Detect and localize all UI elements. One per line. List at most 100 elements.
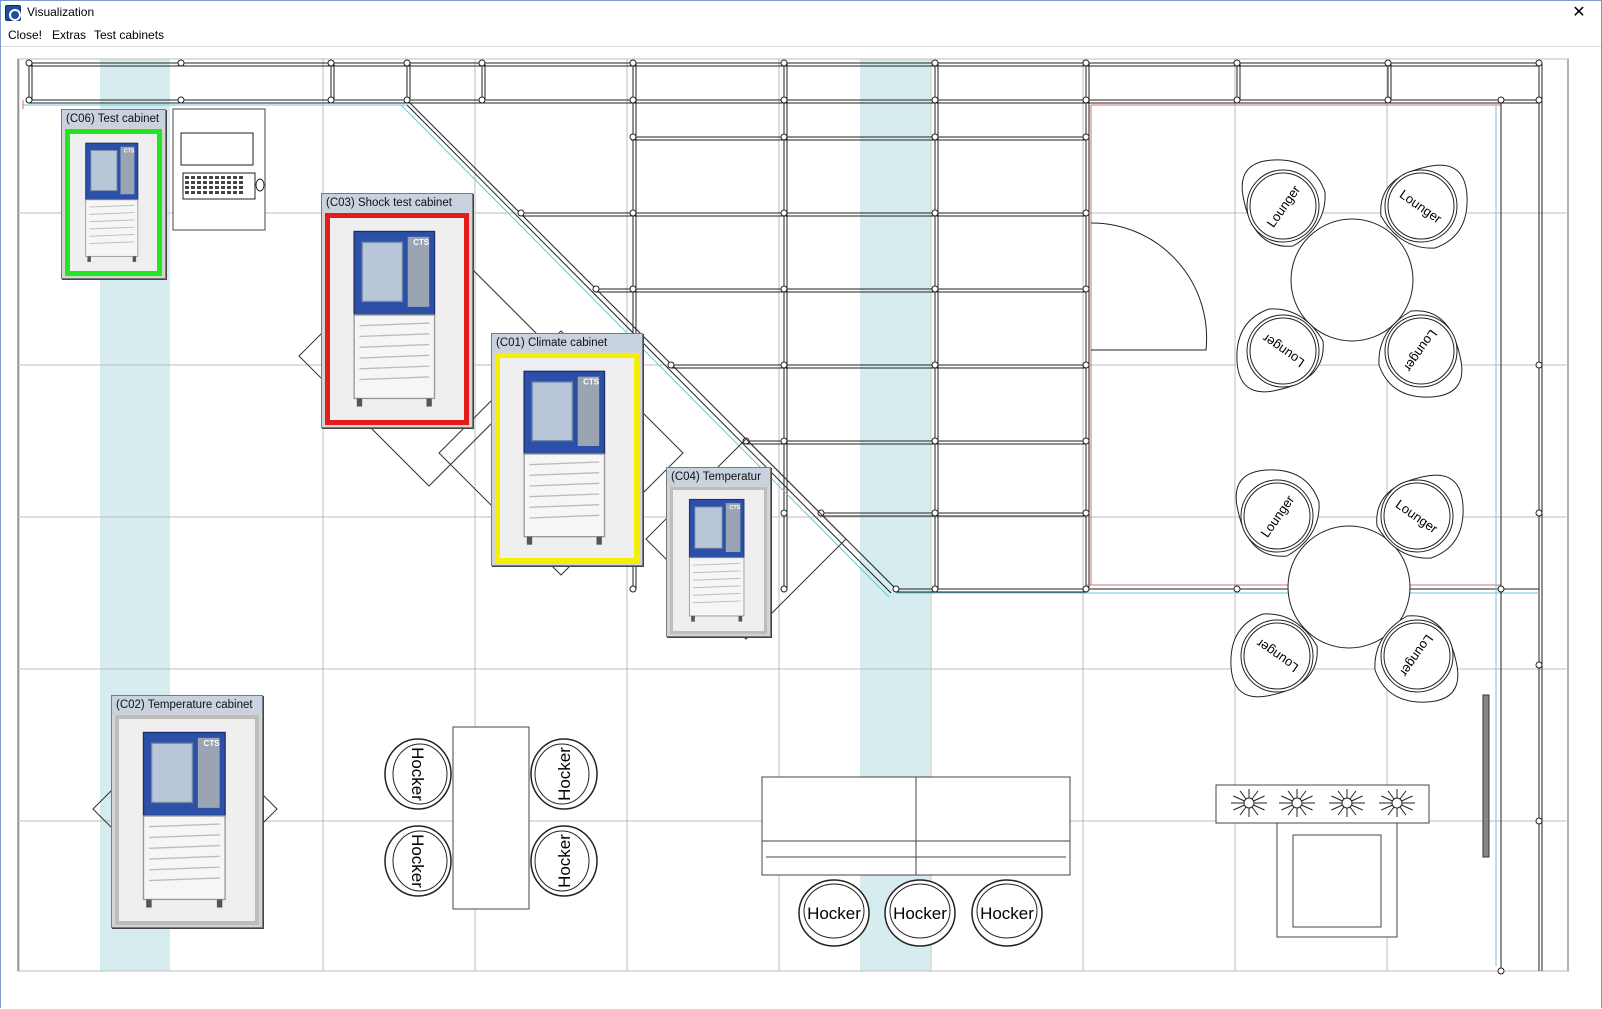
truss-node xyxy=(1082,585,1090,593)
truss-node xyxy=(667,361,675,369)
truss-node xyxy=(1497,96,1505,104)
cabinet-card-c04[interactable]: (C04) Temperatur CTS xyxy=(666,467,771,637)
floor-plan-canvas[interactable]: Lounger Lounger Lounger Lounger Lounger Loung… xyxy=(1,47,1601,1009)
truss-node xyxy=(780,361,788,369)
hocker-stool: Hocker xyxy=(530,738,598,810)
hocker-stool: Hocker xyxy=(798,879,870,947)
cabinet-status-frame-c06: CTS xyxy=(65,129,162,276)
mouse-icon xyxy=(255,178,265,192)
truss-node xyxy=(780,585,788,593)
truss-node xyxy=(629,59,637,67)
truss-node xyxy=(327,96,335,104)
truss-node xyxy=(1384,96,1392,104)
cabinet-card-c01[interactable]: (C01) Climate cabinet CTS xyxy=(491,333,643,566)
hocker-stool: Hocker xyxy=(530,825,598,897)
truss-node xyxy=(1082,59,1090,67)
cabinet-door-window xyxy=(90,149,118,192)
cabinet-title-c01: (C01) Climate cabinet xyxy=(492,334,642,352)
hocker-label: Hocker xyxy=(980,904,1034,923)
visualization-window: Visualization ✕ Close! Extras Test cabin… xyxy=(0,0,1602,1009)
truss-node xyxy=(780,96,788,104)
truss-node xyxy=(25,96,33,104)
cabinet-door-window xyxy=(694,506,723,549)
hocker-label: Hocker xyxy=(893,904,947,923)
truss-node xyxy=(1233,59,1241,67)
cabinet-card-c03[interactable]: (C03) Shock test cabinet CTS xyxy=(321,193,473,428)
cabinet-image-c02: CTS xyxy=(119,719,255,921)
wall-display xyxy=(1482,694,1490,858)
hocker-label: Hocker xyxy=(555,747,574,801)
truss-node xyxy=(1535,361,1543,369)
truss-node xyxy=(931,509,939,517)
truss-node xyxy=(892,585,900,593)
truss-node xyxy=(931,361,939,369)
truss-node xyxy=(780,285,788,293)
cabinet-card-c02[interactable]: (C02) Temperature cabinet CTS xyxy=(111,695,263,928)
cabinet-image-c06: CTS xyxy=(70,134,157,271)
truss-node xyxy=(931,437,939,445)
menu-close[interactable]: Close! xyxy=(8,28,42,42)
monitor-icon xyxy=(180,132,254,166)
truss-node xyxy=(780,133,788,141)
truss-node xyxy=(1497,585,1505,593)
truss-node xyxy=(629,285,637,293)
truss-node xyxy=(1535,96,1543,104)
cabinet-logo: CTS xyxy=(124,148,135,154)
close-window-button[interactable]: ✕ xyxy=(1557,1,1601,25)
door-swing xyxy=(1090,222,1208,351)
truss-node xyxy=(327,59,335,67)
truss-node xyxy=(629,209,637,217)
cabinet-card-c06[interactable]: (C06) Test cabinet CTS xyxy=(61,109,166,279)
diagonal-truss xyxy=(406,104,892,594)
truss-node xyxy=(478,59,486,67)
hocker-label: Hocker xyxy=(408,834,427,888)
cabinet-logo: CTS xyxy=(583,378,600,387)
cabinet-logo: CTS xyxy=(413,238,430,247)
menu-extras[interactable]: Extras xyxy=(52,28,86,42)
cabinet-title-c06: (C06) Test cabinet xyxy=(62,110,165,128)
truss-node xyxy=(478,96,486,104)
truss-node xyxy=(1082,96,1090,104)
truss-node xyxy=(629,96,637,104)
cabinet-title-c02: (C02) Temperature cabinet xyxy=(112,696,262,714)
cabinet-image-c03: CTS xyxy=(330,218,464,420)
truss-node xyxy=(177,96,185,104)
truss-node xyxy=(931,96,939,104)
bar-table xyxy=(452,726,530,910)
cabinet-door-window xyxy=(150,742,194,804)
title-bar: Visualization ✕ xyxy=(1,1,1601,25)
truss-node xyxy=(1497,967,1505,975)
truss-node xyxy=(1082,285,1090,293)
truss-node xyxy=(517,209,525,217)
cabinet-image-c01: CTS xyxy=(500,358,634,558)
truss-node xyxy=(1535,817,1543,825)
cabinet-logo: CTS xyxy=(203,739,220,748)
desk xyxy=(172,108,266,231)
cabinet-side-panel xyxy=(407,236,430,307)
hocker-label: Hocker xyxy=(408,747,427,801)
app-icon xyxy=(5,5,21,21)
cabinet-door-window xyxy=(531,381,574,442)
hocker-stool: Hocker xyxy=(971,879,1043,947)
truss-node xyxy=(780,59,788,67)
truss-node xyxy=(1384,59,1392,67)
truss-node xyxy=(931,133,939,141)
truss-node xyxy=(629,585,637,593)
truss-node xyxy=(1535,509,1543,517)
cabinet-side-panel xyxy=(577,376,600,446)
truss-node xyxy=(1082,509,1090,517)
truss-node xyxy=(780,509,788,517)
truss-node xyxy=(629,133,637,141)
hocker-label: Hocker xyxy=(807,904,861,923)
cabinet-side-panel xyxy=(197,737,220,808)
truss-node xyxy=(1082,361,1090,369)
hocker-stool: Hocker xyxy=(384,738,452,810)
cabinet-status-frame-c03: CTS xyxy=(325,213,469,425)
cabinet-title-c04: (C04) Temperatur xyxy=(667,468,770,486)
truss-node xyxy=(1082,437,1090,445)
cabinet-image-c04: CTS xyxy=(673,490,764,631)
truss-node xyxy=(592,285,600,293)
counter-top xyxy=(1292,834,1382,928)
menu-test-cabinets[interactable]: Test cabinets xyxy=(94,28,164,42)
diagonal-wall xyxy=(400,104,890,598)
